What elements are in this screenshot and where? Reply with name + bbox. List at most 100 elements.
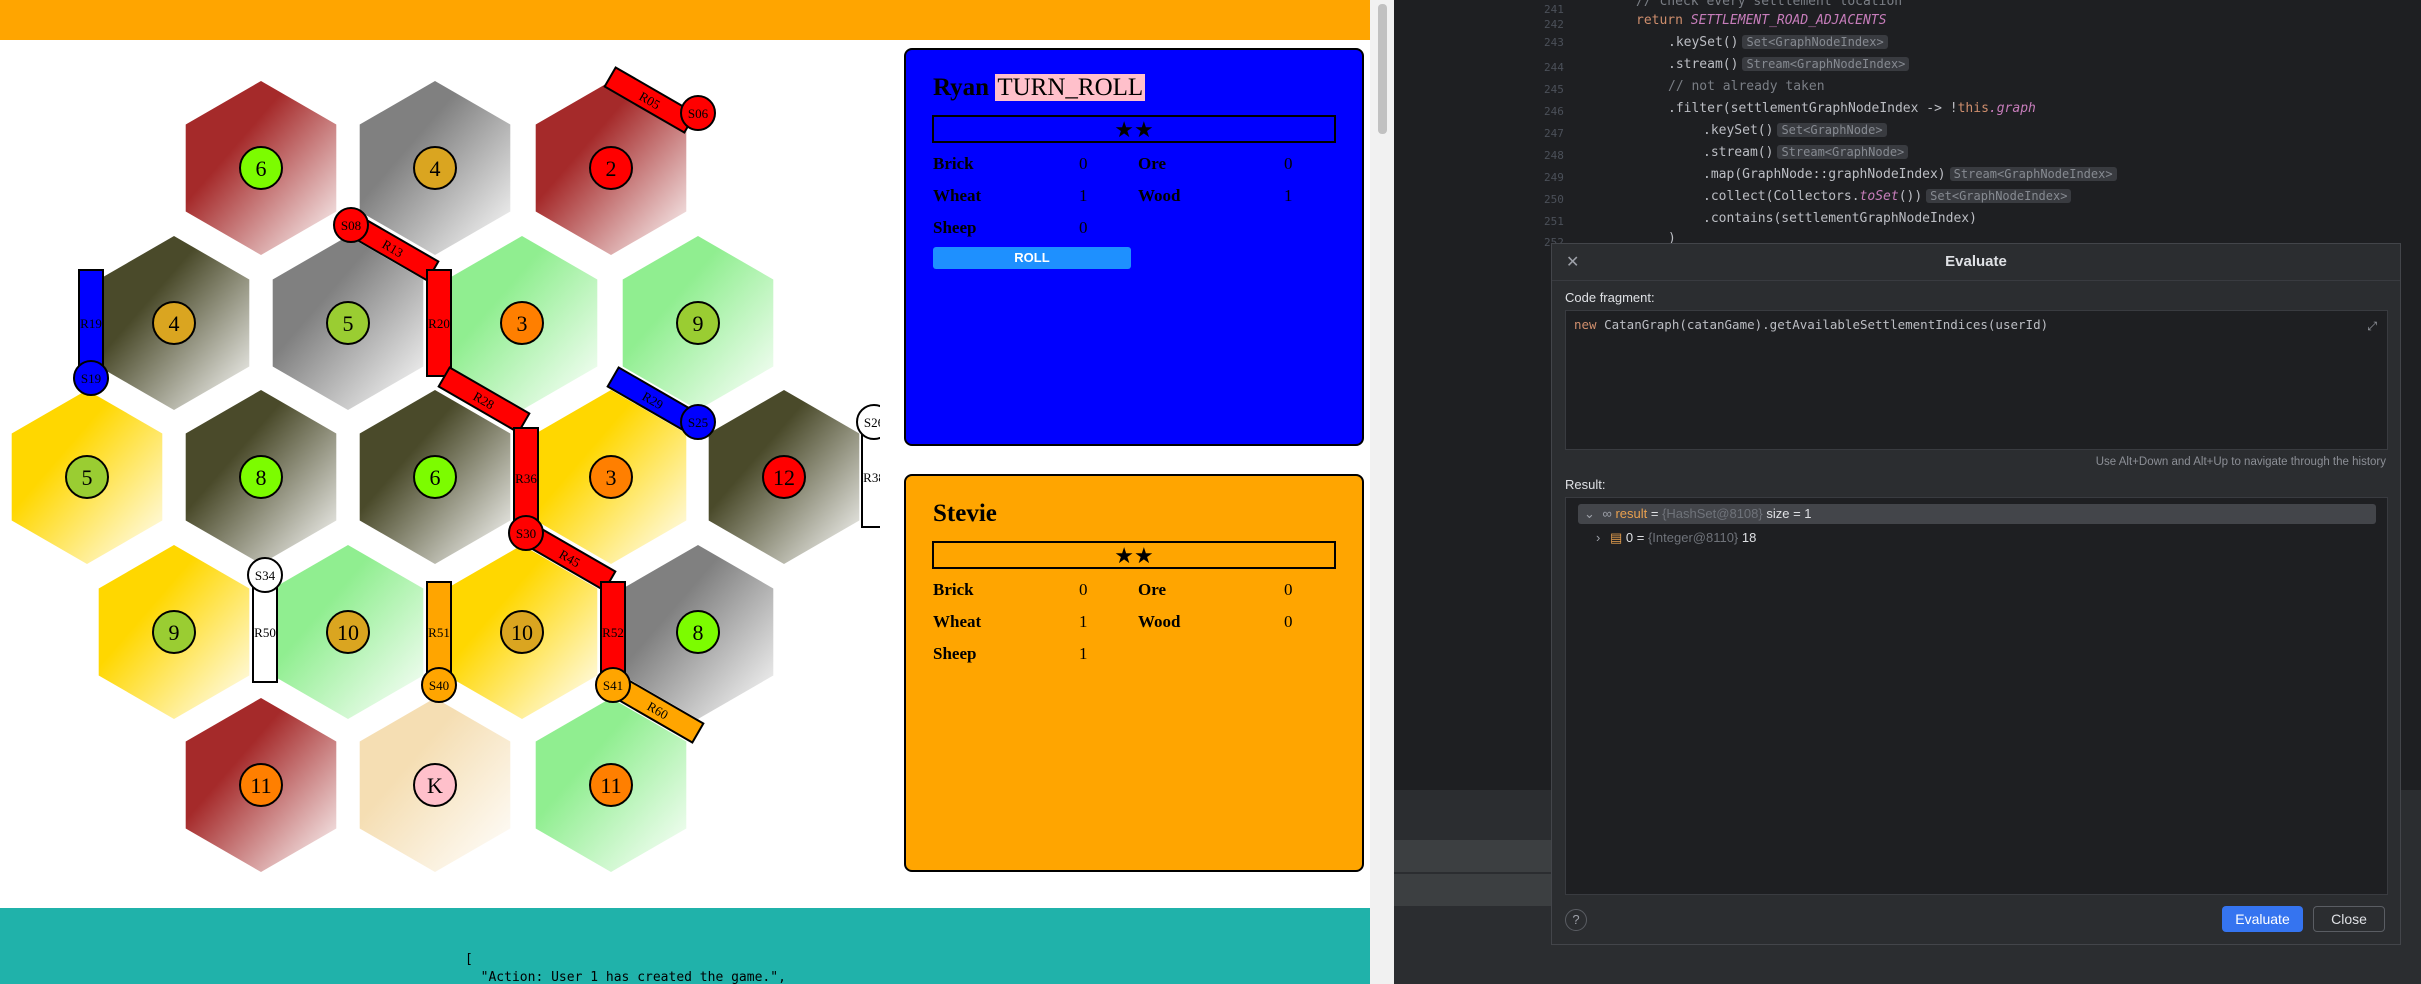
chevron-right-icon[interactable]: ›: [1596, 530, 1600, 545]
settlement-S26[interactable]: S26: [856, 404, 880, 440]
road-R38[interactable]: R38: [861, 426, 880, 528]
history-hint: Use Alt+Down and Alt+Up to navigate thro…: [2095, 456, 2386, 468]
hex-tile[interactable]: 6: [359, 390, 511, 564]
number-token-label: 9: [693, 311, 704, 336]
player-card-stevie: Stevie ★★ Brick 0 Ore 0 Wheat 1 Wood 0 S…: [904, 474, 1364, 872]
browser-scrollbar[interactable]: [1370, 0, 1394, 984]
line-number: 245: [1544, 83, 1564, 96]
sheep-label: Sheep: [933, 644, 977, 663]
settlement-S41[interactable]: S41: [595, 667, 631, 703]
settlement-S25[interactable]: S25: [680, 404, 716, 440]
hex-tile[interactable]: 5: [11, 390, 163, 564]
number-token-label: 9: [169, 620, 180, 645]
player-card-ryan: Ryan TURN_ROLL ★★ Brick 0 Ore 0 Wheat 1 …: [904, 48, 1364, 446]
type-hint: Set<GraphNodeIndex>: [1926, 189, 2072, 203]
settlement-S30[interactable]: S30: [508, 515, 544, 551]
result-tree[interactable]: ⌄ ∞ result = {HashSet@8108} size = 1 › ▤…: [1565, 497, 2388, 895]
result-item-row[interactable]: › ▤ 0 = {Integer@8110} 18: [1596, 528, 1756, 548]
svg-text:S30: S30: [516, 526, 536, 541]
close-icon[interactable]: ✕: [1566, 252, 1579, 272]
settlement-S19[interactable]: S19: [73, 360, 109, 396]
svg-text:R38: R38: [863, 470, 880, 485]
line-number: 244: [1544, 61, 1564, 74]
svg-text:S25: S25: [688, 415, 708, 430]
svg-text:S34: S34: [255, 568, 276, 583]
watch-icon: ∞: [1602, 506, 1612, 521]
hex-tile[interactable]: 11: [185, 698, 337, 872]
code-line: .map(GraphNode::graphNodeIndex) Stream<Gr…: [1703, 167, 2117, 182]
log-open: [: [465, 952, 473, 967]
victory-stars: ★★: [932, 115, 1336, 143]
code-line: return SETTLEMENT_ROAD_ADJACENTS: [1636, 13, 1887, 28]
wood-count: 1: [1284, 186, 1293, 205]
svg-text:S08: S08: [341, 218, 361, 233]
svg-text:R19: R19: [80, 316, 102, 331]
number-token-label: 11: [250, 773, 271, 798]
line-number: 250: [1544, 193, 1564, 206]
number-token-label: 5: [82, 465, 93, 490]
result-root-row[interactable]: ⌄ ∞ result = {HashSet@8108} size = 1: [1578, 504, 2376, 524]
type-hint: Stream<GraphNodeIndex>: [1949, 167, 2117, 181]
svg-text:S41: S41: [603, 678, 623, 693]
chevron-down-icon[interactable]: ⌄: [1584, 506, 1595, 521]
brick-label: Brick: [933, 154, 974, 173]
victory-stars: ★★: [932, 541, 1336, 569]
hex-tile[interactable]: 6: [185, 81, 337, 255]
road-R50[interactable]: R50: [252, 581, 278, 683]
result-label: Result:: [1565, 477, 1606, 492]
board-svg: 6 4 24 5 3 95 8 6 3 129 10 10 811 K 11 R05 R13 R20 R28…: [11, 66, 880, 872]
hex-layer: 6 4 2 4 5 3 9 5 8 6 3 12 9 10 10 8 11 K 11: [11, 81, 860, 872]
number-token-label: 6: [256, 156, 267, 181]
settlement-S06[interactable]: S06: [680, 95, 716, 131]
hex-tile[interactable]: 10: [272, 545, 424, 719]
evaluate-button[interactable]: Evaluate: [2222, 906, 2303, 932]
code-fragment-text: new CatanGraph(catanGame).getAvailableSe…: [1574, 317, 2049, 332]
number-token-label: 2: [606, 156, 617, 181]
number-token-label: 10: [337, 620, 359, 645]
line-number: 243: [1544, 36, 1564, 49]
line-number: 247: [1544, 127, 1564, 140]
roll-button[interactable]: ROLL: [933, 247, 1131, 269]
editor-gutter: [1394, 0, 1544, 790]
hex-tile[interactable]: 12: [708, 390, 860, 564]
expand-icon[interactable]: ⤢: [2367, 319, 2377, 334]
number-token-label: 5: [343, 311, 354, 336]
code-line: .contains(settlementGraphNodeIndex): [1703, 211, 1977, 226]
number-token-label: K: [427, 773, 443, 798]
number-token-label: 4: [430, 156, 441, 181]
line-number: 241: [1544, 3, 1564, 16]
hex-tile[interactable]: K: [359, 698, 511, 872]
ore-label: Ore: [1138, 154, 1167, 173]
svg-text:S26: S26: [864, 415, 880, 430]
settlement-S34[interactable]: S34: [247, 557, 283, 593]
road-R20[interactable]: R20: [426, 269, 452, 377]
evaluate-dialog: Evaluate ✕ Code fragment: new CatanGraph…: [1551, 243, 2401, 945]
wood-count: 0: [1284, 612, 1293, 631]
code-fragment-input[interactable]: new CatanGraph(catanGame).getAvailableSe…: [1565, 310, 2388, 450]
svg-text:R36: R36: [515, 471, 537, 486]
code-line: .stream() Stream<GraphNode>: [1703, 145, 1909, 160]
help-button[interactable]: ?: [1565, 909, 1587, 931]
settlement-S40[interactable]: S40: [421, 667, 457, 703]
browser-scroll-thumb[interactable]: [1378, 4, 1387, 134]
type-hint: Stream<GraphNodeIndex>: [1742, 57, 1910, 71]
code-line: .keySet() Set<GraphNodeIndex>: [1668, 35, 1888, 50]
hex-tile[interactable]: 9: [98, 545, 250, 719]
player-name: Ryan TURN_ROLL: [933, 74, 1146, 101]
tool-window-row: [1394, 874, 1554, 906]
number-token-label: 12: [773, 465, 795, 490]
number-token-label: 8: [256, 465, 267, 490]
line-number: 242: [1544, 18, 1564, 31]
dialog-title: Evaluate: [1552, 244, 2400, 281]
wheat-label: Wheat: [933, 612, 982, 631]
road-R36[interactable]: R36: [513, 427, 539, 529]
close-button[interactable]: Close: [2313, 906, 2385, 932]
hex-tile[interactable]: 8: [185, 390, 337, 564]
hex-tile[interactable]: 4: [98, 236, 250, 410]
brick-count: 0: [1079, 580, 1088, 599]
wood-label: Wood: [1138, 186, 1181, 205]
number-token-label: 6: [430, 465, 441, 490]
brick-count: 0: [1079, 154, 1088, 173]
settlement-S08[interactable]: S08: [333, 207, 369, 243]
catan-board: 6 4 2 4 5 3 9 5 8 6 3 12 9 10 10 8 11 K 11 R05 R13 R20 R28…: [0, 40, 880, 908]
